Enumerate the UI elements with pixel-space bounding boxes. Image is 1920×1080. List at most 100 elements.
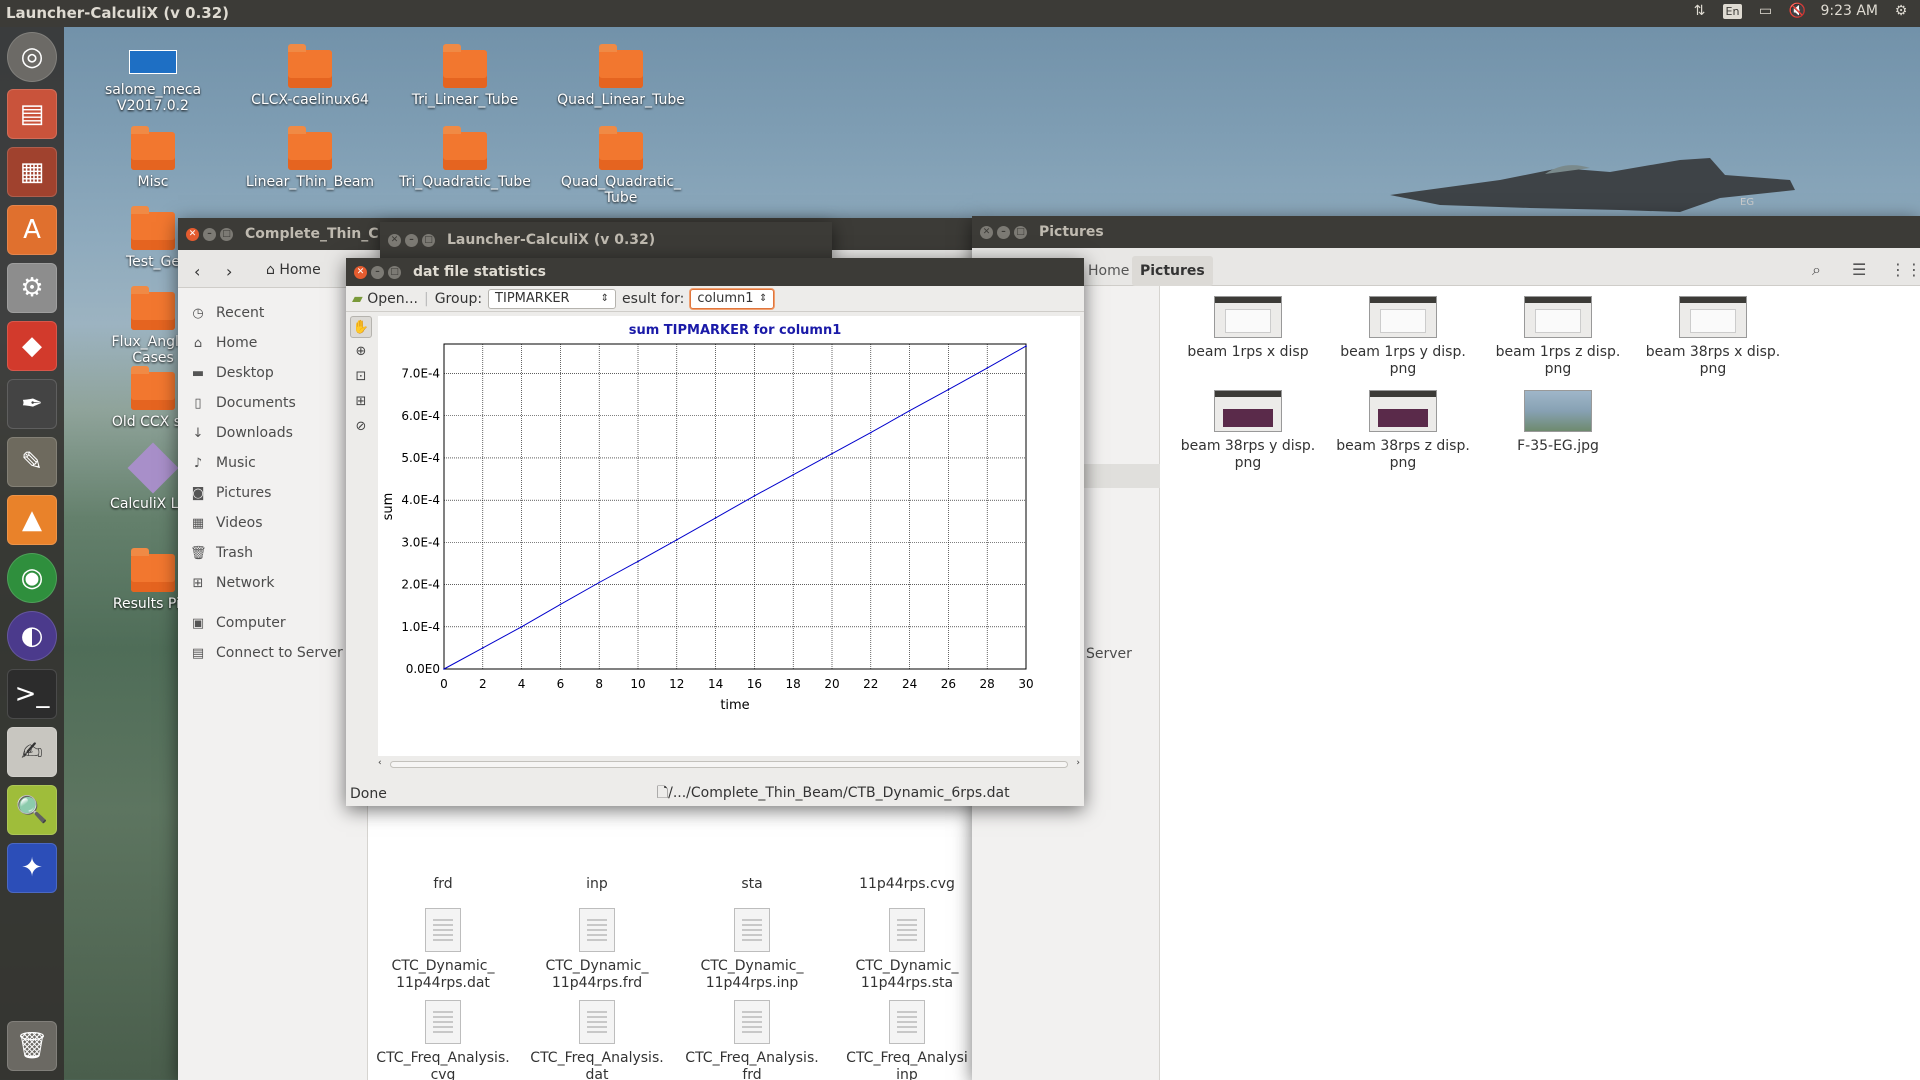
git-icon[interactable]: ◆ [7,321,57,371]
image-file-item[interactable]: beam 38rps x disp. png [1633,296,1793,378]
star-icon[interactable]: ✦ [7,843,57,893]
sidebar-item-home[interactable]: ⌂ Home [178,328,367,358]
file-item[interactable]: CTC_Freq_Analysis. frd [677,1000,827,1080]
sidebar-item-network[interactable]: ⊞ Network [178,568,367,598]
software-center-icon[interactable]: A [7,205,57,255]
file-item[interactable]: inp [522,876,672,893]
pan-hand-icon[interactable]: ✋ [350,316,372,338]
vlc-icon[interactable]: ▲ [7,495,57,545]
terminal-icon[interactable]: >_ [7,669,57,719]
sidebar-item-desktop[interactable]: ▬ Desktop [178,358,367,388]
image-file-item[interactable]: beam 1rps x disp [1168,296,1328,361]
sidebar-item-trash[interactable]: 🗑 Trash [178,538,367,568]
text-file-icon [734,908,770,952]
clock[interactable]: 9:23 AM [1820,3,1878,19]
text-editor-icon[interactable]: ✍ [7,727,57,777]
desktop-folder-quad-quadratic[interactable]: Quad_Quadratic_ Tube [546,126,696,206]
image-file-item[interactable]: beam 38rps y disp. png [1168,390,1328,472]
maximize-button[interactable]: □ [388,265,401,279]
viewer-icon[interactable]: 🔍 [7,785,57,835]
image-file-item[interactable]: beam 1rps y disp. png [1323,296,1483,378]
file-item[interactable]: CTC_Dynamic_ 11p44rps.frd [522,908,672,992]
minimize-button[interactable]: – [997,225,1010,239]
battery-icon[interactable]: ▭ [1756,3,1774,19]
sidebar-item-documents[interactable]: ▯ Documents [178,388,367,418]
file-item[interactable]: CTC_Dynamic_ 11p44rps.dat [368,908,518,992]
close-button[interactable]: ✕ [388,233,401,247]
image-file-item[interactable]: F-35-EG.jpg [1478,390,1638,455]
status-text: Done [350,786,387,802]
inkscape-icon[interactable]: ✒ [7,379,57,429]
scrollbar-thumb[interactable] [390,761,1068,768]
breadcrumb-pictures[interactable]: Pictures [1132,256,1213,286]
sidebar-item-connect-server[interactable]: ▤ Connect to Server [178,638,367,668]
maximize-button[interactable]: □ [220,227,233,241]
search-icon[interactable]: ⌕ [1812,260,1821,280]
group-select[interactable]: TIPMARKER ⇕ [488,288,617,309]
breadcrumb-home[interactable]: Home [1080,256,1137,286]
file-item[interactable]: 11p44rps.cvg [832,876,982,893]
gear-icon[interactable]: ⚙ [1892,3,1910,19]
keyboard-language-indicator[interactable]: En [1722,3,1743,19]
sidebar-item-computer[interactable]: ▣ Computer [178,608,367,638]
maximize-button[interactable]: □ [1014,225,1027,239]
horizontal-scrollbar[interactable]: ‹ › [378,758,1080,770]
y-tick-label: 3.0E-4 [401,535,440,549]
list-view-icon[interactable]: ☰ [1852,260,1866,279]
back-arrow-icon[interactable]: ‹ [194,262,200,281]
zoom-box-icon[interactable]: ⊡ [350,366,372,388]
settings-icon[interactable]: ⚙ [7,263,57,313]
desktop-folder-quad-linear[interactable]: Quad_Linear_Tube [546,44,696,108]
x-tick-label: 10 [630,677,645,691]
zoom-in-icon[interactable]: ⊕ [350,341,372,363]
ubuntu-icon[interactable]: ◎ [7,32,57,82]
sidebar-item-downloads[interactable]: ↓ Downloads [178,418,367,448]
sidebar-item-connect-server[interactable]: Server [1086,646,1132,662]
scroll-left-icon[interactable]: ‹ [378,758,382,768]
file-item[interactable]: CTC_Freq_Analysis. cvg [368,1000,518,1080]
desktop-folder-clcx[interactable]: CLCX-caelinux64 [235,44,385,108]
minimize-button[interactable]: – [405,233,418,247]
close-button[interactable]: ✕ [186,227,199,241]
file-item[interactable]: CTC_Freq_Analysi inp [832,1000,982,1080]
breadcrumb-home[interactable]: ⌂ Home [266,262,321,278]
zoom-reset-icon[interactable]: ⊘ [350,416,372,438]
scroll-right-icon[interactable]: › [1076,758,1080,768]
sidebar-item-pictures[interactable]: ◙ Pictures [178,478,367,508]
chrome-icon[interactable]: ◉ [7,553,57,603]
x-tick-label: 14 [708,677,723,691]
close-button[interactable]: ✕ [980,225,993,239]
files-icon[interactable]: ▤ [7,89,57,139]
volume-icon[interactable]: 🔇 [1788,3,1806,19]
desktop-icon-salome[interactable]: salome_meca V2017.0.2 [78,50,228,114]
minimize-button[interactable]: – [371,265,384,279]
sidebar-item-recent[interactable]: ◷ Recent [178,298,367,328]
eclipse-icon[interactable]: ◐ [7,611,57,661]
desktop-folder-tri-quadratic[interactable]: Tri_Quadratic_Tube [390,126,540,190]
forward-arrow-icon[interactable]: › [226,262,232,281]
file-item[interactable]: CTC_Dynamic_ 11p44rps.inp [677,908,827,992]
desktop-folder-linear-thin-beam[interactable]: Linear_Thin_Beam [235,126,385,190]
impress-icon[interactable]: ▦ [7,147,57,197]
file-item[interactable]: frd [368,876,518,893]
sidebar-item-videos[interactable]: ▦ Videos [178,508,367,538]
image-file-item[interactable]: beam 38rps z disp. png [1323,390,1483,472]
network-transfer-icon[interactable]: ⇅ [1691,3,1709,19]
grid-view-icon[interactable]: ⋮⋮ [1890,260,1920,279]
gimp-icon[interactable]: ✎ [7,437,57,487]
trash-icon[interactable]: 🗑 [7,1021,57,1071]
image-file-item[interactable]: beam 1rps z disp. png [1478,296,1638,378]
close-button[interactable]: ✕ [354,265,367,279]
desktop-folder-misc[interactable]: Misc [78,126,228,190]
file-item[interactable]: sta [677,876,827,893]
desktop-icon: ▬ [191,365,205,381]
file-item[interactable]: CTC_Freq_Analysis. dat [522,1000,672,1080]
desktop-folder-tri-linear[interactable]: Tri_Linear_Tube [390,44,540,108]
minimize-button[interactable]: – [203,227,216,241]
maximize-button[interactable]: □ [422,233,435,247]
zoom-fit-icon[interactable]: ⊞ [350,391,372,413]
sidebar-item-music[interactable]: ♪ Music [178,448,367,478]
open-button[interactable]: ▰ Open... [352,291,418,307]
file-item[interactable]: CTC_Dynamic_ 11p44rps.sta [832,908,982,992]
result-column-select[interactable]: column1 ⇕ [690,288,775,309]
